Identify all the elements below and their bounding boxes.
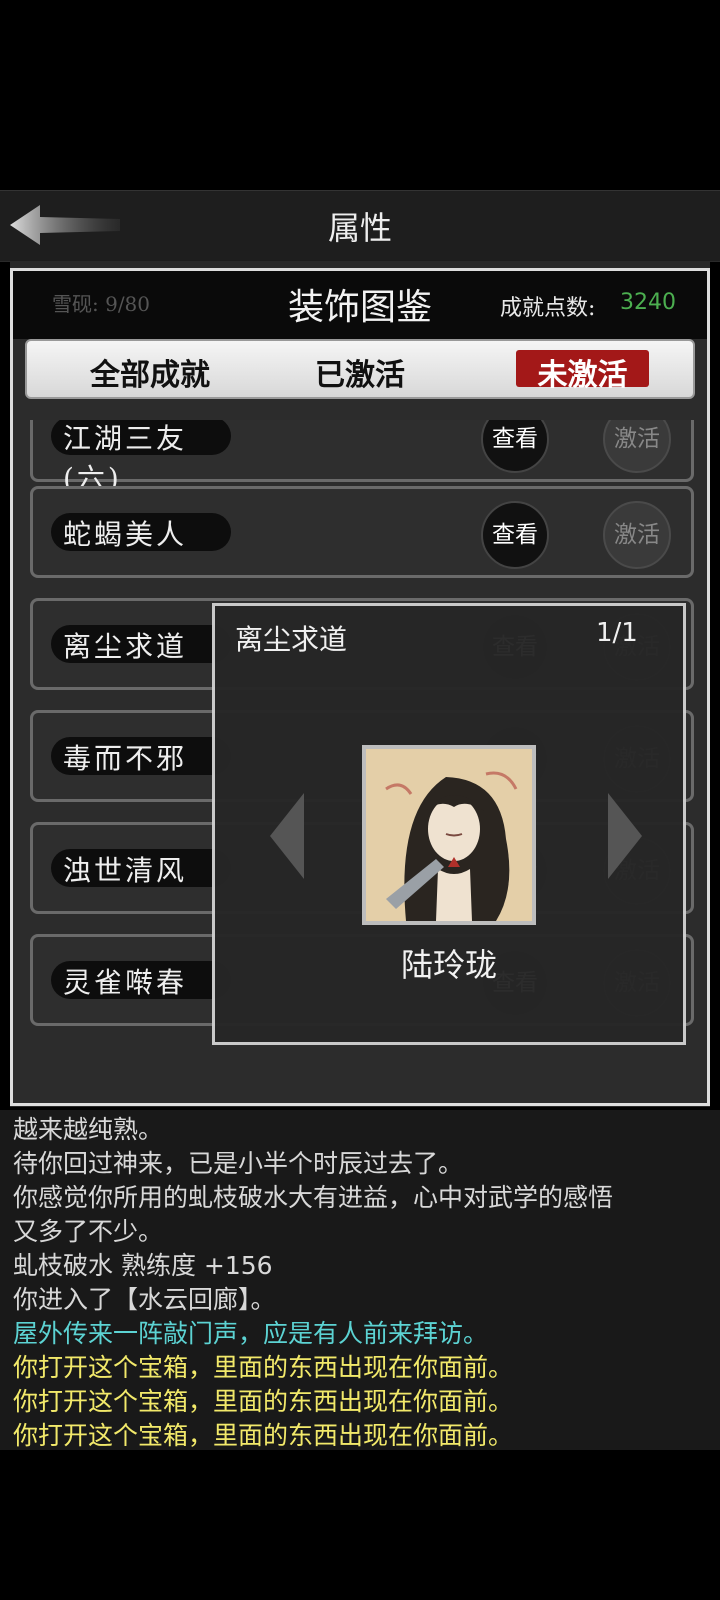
tab-activated[interactable]: 已激活: [305, 350, 415, 394]
chevron-right-icon[interactable]: [608, 793, 642, 883]
item-name: 蛇蝎美人: [63, 518, 188, 551]
item-name: 灵雀啭春: [63, 966, 188, 999]
log-line: 又多了不少。: [13, 1217, 164, 1246]
activate-button[interactable]: 激活: [603, 501, 671, 569]
score-label: 成就点数:: [500, 296, 596, 321]
activate-button[interactable]: 激活: [603, 420, 671, 473]
log-line: 你打开这个宝箱，里面的东西出现在你面前。: [13, 1421, 514, 1450]
view-button[interactable]: 查看: [481, 501, 549, 569]
log-line: 屋外传来一阵敲门声，应是有人前来拜访。: [13, 1319, 489, 1348]
character-name: 陆玲珑: [400, 946, 497, 984]
log-line: 越来越纯熟。: [13, 1115, 164, 1144]
popup-count: 1/1: [596, 618, 638, 648]
character-portrait: [362, 745, 536, 925]
log-line: 虬枝破水 熟练度 +156: [13, 1251, 273, 1280]
panel-title: 装饰图鉴: [287, 287, 432, 328]
page-title: 属性: [327, 209, 392, 247]
popup-title: 离尘求道: [235, 623, 348, 656]
tab-not-activated[interactable]: 未激活: [516, 350, 649, 394]
log-line: 你感觉你所用的虬枝破水大有进益，心中对武学的感悟: [13, 1183, 614, 1212]
score-value: 3240: [620, 290, 676, 315]
list-item: 蛇蝎美人 查看 激活: [30, 486, 694, 578]
list-item: 江湖三友(六) 查看 激活: [30, 420, 694, 495]
log-line: 你打开这个宝箱，里面的东西出现在你面前。: [13, 1387, 514, 1416]
item-name: 毒而不邪: [63, 742, 188, 775]
item-name: 浊世清风: [63, 854, 188, 887]
log-line: 你进入了【水云回廊】。: [13, 1285, 276, 1314]
view-button[interactable]: 查看: [481, 420, 549, 473]
log-line: 你打开这个宝箱，里面的东西出现在你面前。: [13, 1353, 514, 1382]
chevron-left-icon[interactable]: [270, 793, 304, 883]
tab-all-achievements[interactable]: 全部成就: [80, 350, 220, 394]
item-name: 离尘求道: [63, 630, 188, 663]
log-line: 待你回过神来，已是小半个时辰过去了。: [13, 1149, 464, 1178]
message-log: 越来越纯熟。 待你回过神来，已是小半个时辰过去了。 你感觉你所用的虬枝破水大有进…: [0, 1110, 720, 1450]
